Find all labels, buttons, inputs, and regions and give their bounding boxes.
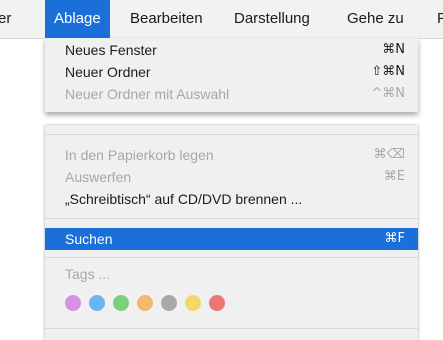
menu-item-neues-fenster[interactable]: Neues Fenster ⌘N bbox=[45, 40, 418, 60]
tag-yellow-dot[interactable] bbox=[185, 295, 201, 311]
menu-item-shortcut: ⌘F bbox=[384, 231, 405, 246]
menu-item-in-den-papierkorb-legen: In den Papierkorb legen ⌘⌫ bbox=[45, 145, 418, 165]
menu-item-schreibtisch-brennen[interactable]: „Schreibtisch“ auf CD/DVD brennen ... bbox=[45, 189, 418, 209]
menu-item-shortcut: ⇧⌘N bbox=[371, 64, 405, 79]
menu-item-label: „Schreibtisch“ auf CD/DVD brennen ... bbox=[65, 191, 303, 207]
tag-blue-dot[interactable] bbox=[89, 295, 105, 311]
menu-item-tags[interactable]: Tags ... bbox=[45, 264, 418, 284]
tag-color-row bbox=[65, 295, 225, 311]
menu-item-label: Neues Fenster bbox=[65, 42, 157, 58]
tag-green-dot[interactable] bbox=[113, 295, 129, 311]
menu-item-neuer-ordner[interactable]: Neuer Ordner ⇧⌘N bbox=[45, 62, 418, 82]
menu-item-suchen[interactable]: Suchen ⌘F bbox=[45, 228, 418, 250]
tag-red-dot[interactable] bbox=[209, 295, 225, 311]
menu-item-neuer-ordner-mit-auswahl: Neuer Ordner mit Auswahl ^⌘N bbox=[45, 84, 418, 104]
menu-item-label: In den Papierkorb legen bbox=[65, 147, 214, 163]
menu-item-shortcut: ^⌘N bbox=[371, 86, 405, 101]
menubar-item-bearbeiten[interactable]: Bearbeiten bbox=[130, 0, 203, 38]
menu-item-label: Neuer Ordner mit Auswahl bbox=[65, 86, 230, 102]
menu-item-label: Auswerfen bbox=[65, 169, 132, 185]
menu-bar: er Ablage Bearbeiten Darstellung Gehe zu… bbox=[0, 0, 443, 39]
menubar-item-partial-right[interactable]: F bbox=[437, 0, 443, 38]
menubar-item-partial-left[interactable]: er bbox=[0, 0, 11, 38]
menu-separator bbox=[45, 328, 418, 329]
ablage-menu-bottom-section: In den Papierkorb legen ⌘⌫ Auswerfen ⌘E … bbox=[45, 125, 418, 340]
menu-separator bbox=[45, 134, 418, 135]
menu-item-label: Neuer Ordner bbox=[65, 64, 151, 80]
menu-item-shortcut: ⌘E bbox=[383, 169, 405, 184]
menu-item-shortcut: ⌘N bbox=[382, 42, 405, 57]
menu-separator bbox=[45, 218, 418, 219]
menu-item-shortcut: ⌘⌫ bbox=[373, 147, 405, 162]
screenshot-stage: er Ablage Bearbeiten Darstellung Gehe zu… bbox=[0, 0, 443, 340]
tags-label: Tags ... bbox=[65, 266, 111, 282]
menu-separator bbox=[45, 257, 418, 258]
menubar-item-ablage[interactable]: Ablage bbox=[45, 0, 110, 38]
menubar-item-darstellung[interactable]: Darstellung bbox=[234, 0, 310, 38]
tag-orange-dot[interactable] bbox=[137, 295, 153, 311]
menu-item-auswerfen: Auswerfen ⌘E bbox=[45, 167, 418, 187]
menubar-item-gehe-zu[interactable]: Gehe zu bbox=[347, 0, 404, 38]
tag-purple-dot[interactable] bbox=[65, 295, 81, 311]
tag-gray-dot[interactable] bbox=[161, 295, 177, 311]
ablage-menu-top-section: Neues Fenster ⌘N Neuer Ordner ⇧⌘N Neuer … bbox=[45, 38, 418, 112]
menu-item-label: Suchen bbox=[65, 231, 113, 247]
